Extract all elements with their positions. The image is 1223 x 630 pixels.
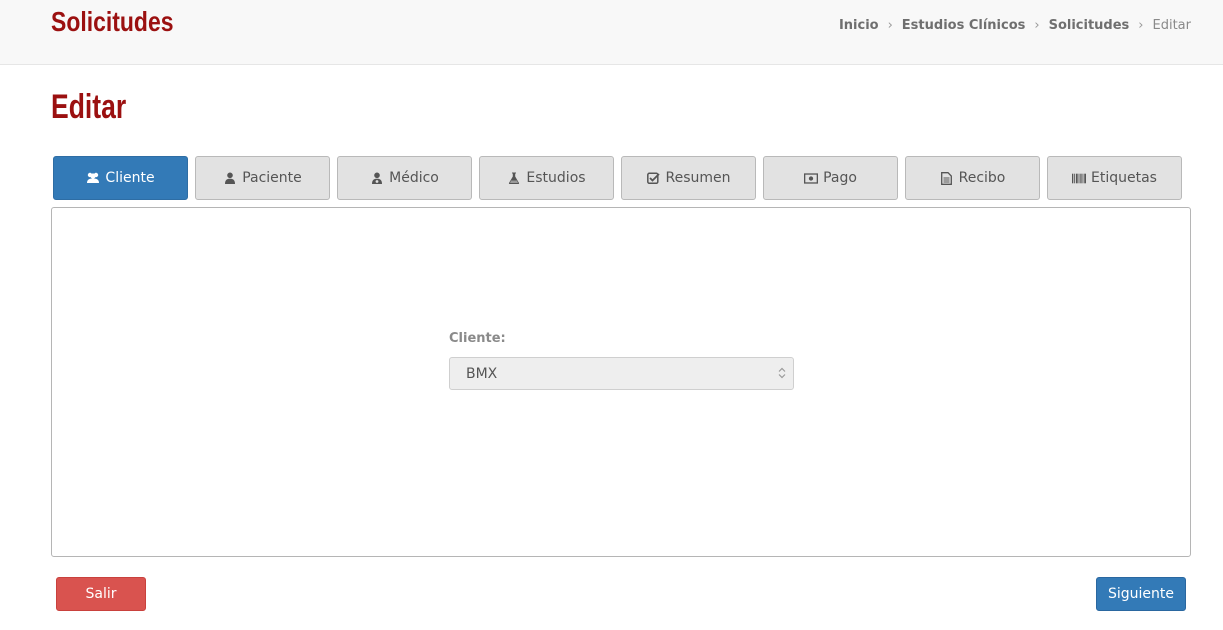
tab-label: Médico [389,170,439,186]
app-title: Solicitudes [51,6,174,37]
breadcrumb-inicio[interactable]: Inicio [839,18,879,33]
tab-label: Paciente [242,170,302,186]
client-label: Cliente: [449,331,506,346]
breadcrumb-separator: › [1034,18,1040,33]
user-icon [223,171,237,185]
flask-icon [507,171,521,185]
tab-paciente[interactable]: Paciente [195,156,330,200]
tab-estudios[interactable]: Estudios [479,156,614,200]
wizard-tabs: Cliente Paciente Médico Estudios Resumen… [53,156,1182,200]
breadcrumb-separator: › [887,18,893,33]
client-select[interactable]: BMX [449,357,794,390]
client-select-value: BMX [466,365,498,382]
tab-pago[interactable]: Pago [763,156,898,200]
tab-cliente[interactable]: Cliente [53,156,188,200]
page-title: Editar [51,88,127,126]
tab-content-panel: Cliente: BMX [51,207,1191,557]
tab-medico[interactable]: Médico [337,156,472,200]
breadcrumb-editar: Editar [1152,18,1192,33]
breadcrumb-estudios-clinicos[interactable]: Estudios Clínicos [902,18,1026,33]
barcode-icon [1072,171,1087,185]
tab-label: Estudios [526,170,586,186]
tab-label: Resumen [665,170,731,186]
tab-label: Cliente [105,170,155,186]
exit-button[interactable]: Salir [56,577,146,611]
tab-etiquetas[interactable]: Etiquetas [1047,156,1182,200]
tab-label: Recibo [958,170,1006,186]
breadcrumb-separator: › [1138,18,1144,33]
breadcrumb-solicitudes[interactable]: Solicitudes [1049,18,1130,33]
top-header: Solicitudes Inicio › Estudios Clínicos ›… [0,0,1223,65]
users-icon [86,171,100,185]
user-md-icon [370,171,384,185]
breadcrumb: Inicio › Estudios Clínicos › Solicitudes… [839,18,1191,33]
tab-label: Etiquetas [1091,170,1157,186]
tab-recibo[interactable]: Recibo [905,156,1040,200]
tab-resumen[interactable]: Resumen [621,156,756,200]
tab-label: Pago [823,170,857,186]
file-text-icon [940,171,954,185]
money-icon [804,171,819,185]
chevron-updown-icon [775,366,789,380]
next-button[interactable]: Siguiente [1096,577,1186,611]
check-square-icon [646,171,660,185]
